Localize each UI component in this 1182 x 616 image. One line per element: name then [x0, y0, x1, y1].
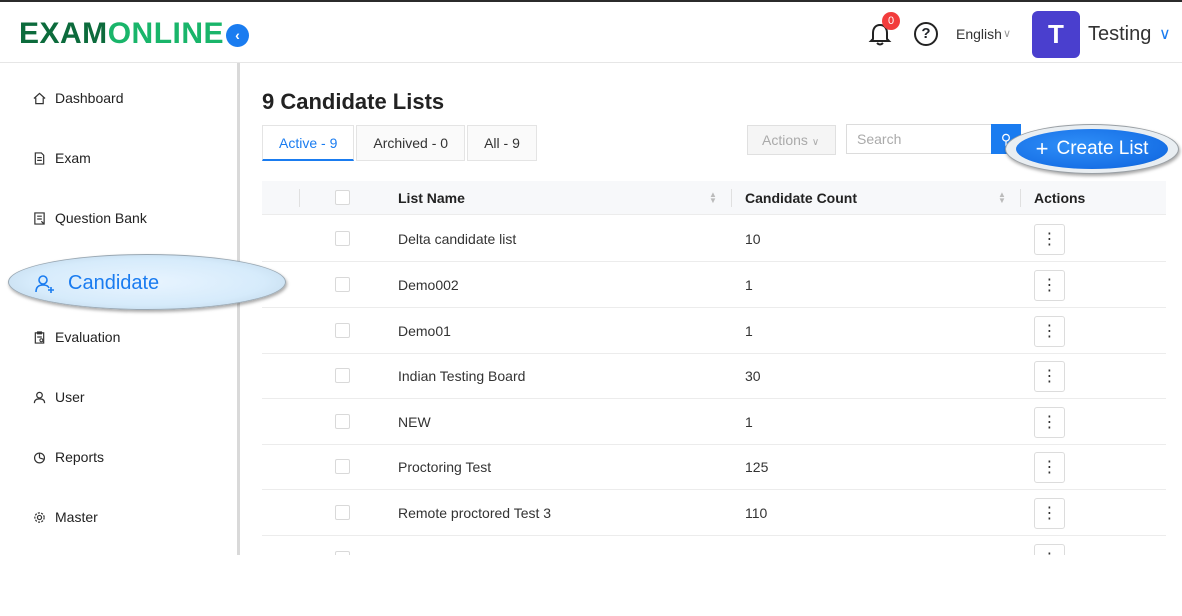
file-icon	[34, 151, 45, 165]
list-name-cell[interactable]: NEW	[398, 399, 431, 445]
sidebar-item-label: Reports	[55, 449, 105, 465]
sidebar-item-label: Question Bank	[55, 210, 147, 226]
sort-icon[interactable]: ▲ ▼	[998, 191, 1006, 205]
row-checkbox[interactable]	[335, 277, 350, 292]
table-header: List Name ▲ ▼ Candidate Count ▲ ▼ Actions	[262, 181, 1166, 215]
home-icon	[33, 92, 46, 104]
sidebar-item-question-bank[interactable]: Question Bank	[33, 210, 147, 226]
row-actions-button[interactable]: ⋮	[1034, 361, 1065, 392]
row-checkbox[interactable]	[335, 323, 350, 338]
table-row[interactable]: ⋮	[262, 536, 1166, 555]
list-name-cell[interactable]: Indian Testing Board	[398, 353, 525, 399]
sidebar-item-evaluation[interactable]: Evaluation	[33, 329, 120, 345]
book-icon	[34, 211, 45, 225]
username[interactable]: Testing	[1088, 23, 1151, 46]
row-checkbox[interactable]	[335, 368, 350, 383]
sidebar-item-label: Dashboard	[55, 90, 124, 106]
list-name-cell[interactable]: Remote proctored Test 3	[398, 490, 551, 536]
row-actions-button[interactable]: ⋮	[1034, 224, 1065, 255]
sidebar-item-label: Exam	[55, 150, 91, 166]
candidate-count-cell: 1	[745, 323, 753, 339]
row-actions-button[interactable]: ⋮	[1034, 407, 1065, 438]
row-checkbox[interactable]	[335, 414, 350, 429]
sidebar-item-user[interactable]: User	[33, 389, 85, 405]
column-header-candidate-count[interactable]: Candidate Count	[745, 181, 857, 215]
sidebar-item-reports[interactable]: Reports	[33, 449, 104, 465]
table-row[interactable]: Indian Testing Board 30 ⋮	[262, 353, 1166, 399]
row-checkbox[interactable]	[335, 459, 350, 474]
collapse-sidebar-button[interactable]: ‹	[226, 24, 249, 47]
row-actions-button[interactable]: ⋮	[1034, 452, 1065, 483]
row-actions-button[interactable]: ⋮	[1034, 270, 1065, 301]
column-separator	[731, 189, 732, 207]
sidebar-item-label: Candidate	[68, 272, 160, 294]
sidebar-item-exam[interactable]: Exam	[33, 150, 91, 166]
column-header-list-name[interactable]: List Name	[398, 181, 465, 215]
list-name-cell[interactable]: Demo002	[398, 262, 459, 308]
logo: EXAMONLINE	[19, 17, 224, 51]
row-checkbox[interactable]	[335, 231, 350, 246]
candidate-count-cell: 1	[745, 414, 753, 430]
row-checkbox[interactable]	[335, 505, 350, 520]
chevron-down-icon[interactable]: ∨	[1003, 27, 1011, 40]
avatar[interactable]: T	[1032, 11, 1080, 58]
table-row[interactable]: Demo002 1 ⋮	[262, 262, 1166, 308]
table-row[interactable]: NEW 1 ⋮	[262, 399, 1166, 445]
column-header-actions: Actions	[1034, 190, 1086, 206]
table-row[interactable]: Proctoring Test 125 ⋮	[262, 444, 1166, 490]
list-name-cell[interactable]: Delta candidate list	[398, 216, 516, 262]
sidebar-item-dashboard[interactable]: Dashboard	[33, 90, 124, 106]
user-icon	[33, 391, 46, 403]
help-icon[interactable]: ?	[914, 22, 938, 46]
candidate-count-cell: 1	[745, 277, 753, 293]
logo-part2: ONLINE	[107, 17, 225, 50]
select-all-checkbox[interactable]	[335, 190, 350, 205]
row-actions-button[interactable]: ⋮	[1034, 498, 1065, 529]
sidebar-item-candidate[interactable]: Candidate	[34, 272, 159, 295]
candidate-count-cell: 30	[745, 368, 761, 384]
app-window: EXAMONLINE ‹ 0 ? English ∨ T Testing ∨ D…	[0, 0, 1182, 616]
gear-icon	[34, 511, 45, 523]
header: EXAMONLINE ‹ 0 ? English ∨ T Testing ∨	[0, 2, 1182, 63]
row-actions-button[interactable]: ⋮	[1034, 316, 1065, 347]
sidebar-item-label: Master	[55, 509, 98, 525]
candidate-count-cell: 110	[745, 505, 768, 521]
row-checkbox[interactable]	[335, 551, 350, 555]
logo-part1: EXAM	[19, 17, 108, 50]
notification-badge: 0	[882, 12, 900, 30]
candidate-count-cell: 10	[745, 231, 761, 247]
pie-chart-icon	[33, 451, 46, 463]
language-select[interactable]: English	[956, 26, 1002, 42]
list-name-cell[interactable]: Demo01	[398, 308, 451, 354]
column-separator	[299, 189, 300, 207]
table-viewport: List Name ▲ ▼ Candidate Count ▲ ▼ Actions …	[240, 63, 1182, 555]
sidebar-item-label: User	[55, 389, 85, 405]
column-separator	[1020, 189, 1021, 207]
sort-icon[interactable]: ▲ ▼	[709, 191, 717, 205]
row-actions-button[interactable]: ⋮	[1034, 544, 1065, 555]
clipboard-icon	[34, 330, 45, 344]
user-menu-chevron-icon[interactable]: ∨	[1159, 24, 1171, 44]
table-row[interactable]: Remote proctored Test 3 110 ⋮	[262, 490, 1166, 536]
candidate-count-cell: 125	[745, 459, 769, 475]
table-row[interactable]: Delta candidate list 10 ⋮	[262, 216, 1166, 262]
users-icon	[35, 274, 54, 293]
table-row[interactable]: Demo01 1 ⋮	[262, 308, 1166, 354]
sidebar-item-master[interactable]: Master	[33, 509, 98, 525]
sidebar-item-label: Evaluation	[55, 329, 121, 345]
list-name-cell[interactable]: Proctoring Test	[398, 444, 491, 490]
